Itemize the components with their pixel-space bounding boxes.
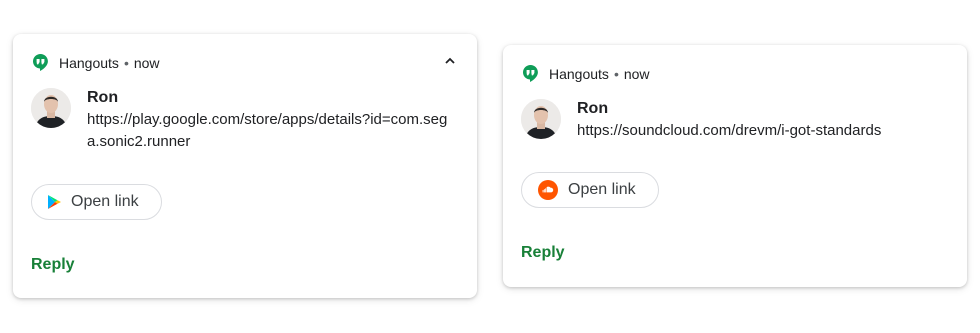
- notification-card-hangouts-1[interactable]: Hangouts • now Ron https://play.google.com…: [13, 34, 477, 298]
- notification-header: Hangouts • now: [523, 65, 650, 82]
- header-separator: •: [613, 65, 619, 82]
- hangouts-icon: [523, 65, 538, 82]
- timestamp: now: [623, 65, 650, 82]
- notification-card-hangouts-2[interactable]: Hangouts • now Ron https://soundcloud.com/…: [503, 45, 967, 287]
- open-link-button[interactable]: Open link: [521, 172, 659, 208]
- reply-button[interactable]: Reply: [521, 244, 565, 262]
- timestamp: now: [133, 54, 160, 71]
- notification-header: Hangouts • now: [33, 54, 160, 71]
- reply-button[interactable]: Reply: [31, 256, 75, 274]
- open-link-label: Open link: [568, 181, 636, 198]
- google-play-icon: [48, 195, 61, 209]
- hangouts-icon: [33, 54, 48, 71]
- app-name: Hangouts: [59, 54, 119, 71]
- header-separator: •: [123, 54, 129, 71]
- app-name-time: Hangouts • now: [549, 66, 650, 82]
- open-link-button[interactable]: Open link: [31, 184, 162, 220]
- sender-name: Ron: [577, 100, 609, 117]
- sender-name: Ron: [87, 89, 119, 106]
- app-name-time: Hangouts • now: [59, 55, 160, 71]
- chevron-up-icon[interactable]: [443, 56, 457, 66]
- soundcloud-icon: [538, 180, 558, 200]
- avatar: [31, 88, 71, 128]
- open-link-label: Open link: [71, 193, 139, 210]
- avatar: [521, 99, 561, 139]
- message-text: https://play.google.com/store/apps/detai…: [87, 111, 448, 150]
- app-name: Hangouts: [549, 65, 609, 82]
- message-text: https://soundcloud.com/drevm/i-got-stand…: [577, 122, 882, 139]
